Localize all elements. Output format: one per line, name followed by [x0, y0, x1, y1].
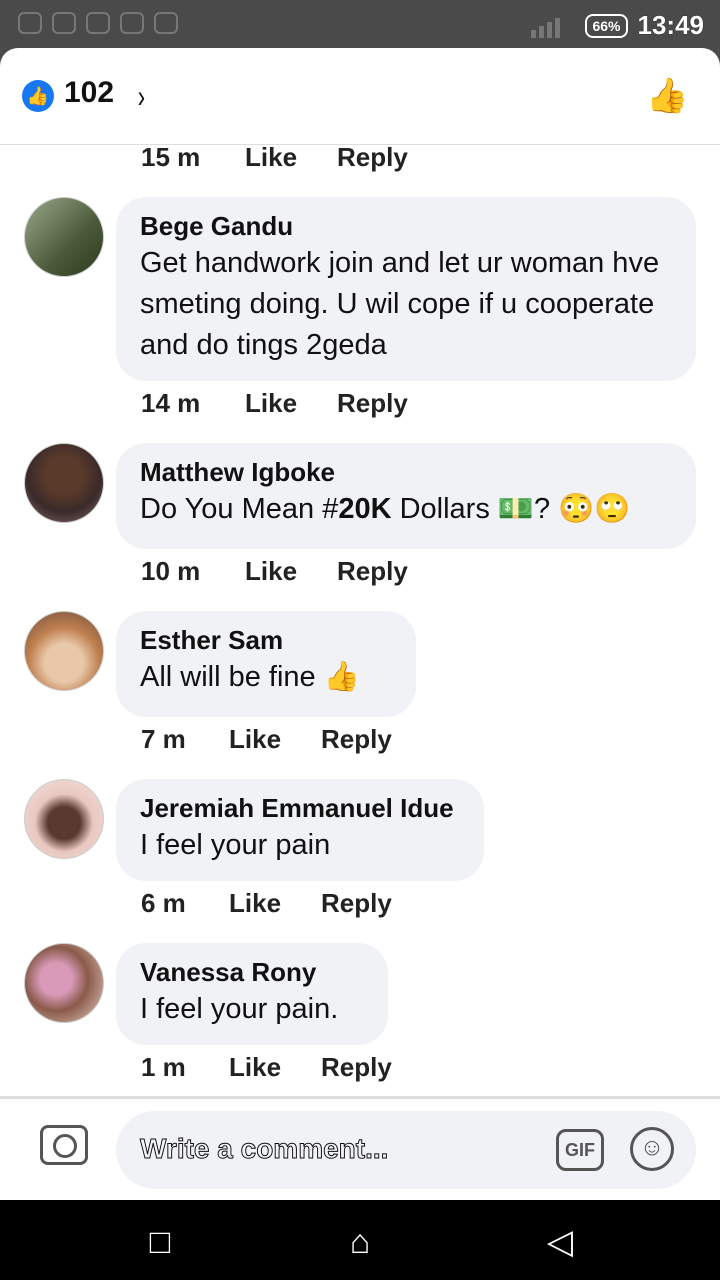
comments-sheet: 👍 102 › 👍 15 m Like Reply Bege Gandu Get…: [0, 48, 720, 1200]
comment-author[interactable]: Matthew Igboke: [140, 455, 672, 489]
chevron-right-icon[interactable]: ›: [138, 78, 145, 115]
comment-text: I feel your pain: [140, 829, 331, 861]
comment-meta: 14 m Like Reply: [141, 388, 408, 419]
comment-time: 14 m: [141, 388, 201, 418]
comment-like-button[interactable]: Like: [245, 556, 337, 587]
comment-reply-button[interactable]: Reply: [321, 888, 392, 919]
comment-like-button[interactable]: Like: [245, 142, 337, 173]
avatar[interactable]: [24, 943, 104, 1023]
notification-icons: [18, 12, 178, 34]
avatar[interactable]: [24, 779, 104, 859]
instagram-icon: [154, 12, 178, 34]
avatar[interactable]: [24, 611, 104, 691]
comment-meta: 1 m Like Reply: [141, 1052, 392, 1083]
comment-bubble: Bege Gandu Get handwork join and let ur …: [116, 197, 696, 381]
comment-bubble: Matthew Igboke Do You Mean #20K Dollars …: [116, 443, 696, 549]
comment-text: Do You Mean #20K Dollars 💵? 😳🙄: [140, 493, 631, 525]
battery-indicator: 66%: [585, 13, 628, 38]
comment-reply-button[interactable]: Reply: [337, 556, 408, 587]
comment-author[interactable]: Vanessa Rony: [140, 955, 364, 989]
comment-composer: Write a comment... GIF ☺: [0, 1096, 720, 1200]
avatar[interactable]: [24, 443, 104, 523]
comment-like-button[interactable]: Like: [245, 388, 337, 419]
reaction-count[interactable]: 102: [64, 76, 114, 110]
android-nav-bar: □ ⌂ ◁: [0, 1200, 720, 1280]
comment-reply-button[interactable]: Reply: [337, 142, 408, 173]
avatar[interactable]: [24, 197, 104, 277]
comment-author[interactable]: Esther Sam: [140, 623, 392, 657]
comment-like-button[interactable]: Like: [229, 724, 321, 755]
recents-icon[interactable]: □: [140, 1222, 180, 1262]
comment-meta: 15 m Like Reply: [141, 142, 408, 173]
camera-icon[interactable]: [40, 1125, 88, 1165]
comment-bubble: Vanessa Rony I feel your pain.: [116, 943, 388, 1045]
comment-text: Get handwork join and let ur woman hve s…: [140, 247, 660, 361]
comment-time: 15 m: [141, 142, 201, 172]
comment-text: I feel your pain.: [140, 993, 339, 1025]
reactions-header: 👍 102 › 👍: [0, 48, 720, 145]
instagram-icon: [18, 12, 42, 34]
comment-time: 1 m: [141, 1052, 186, 1082]
emoji-icon[interactable]: ☺: [630, 1127, 674, 1171]
status-bar: 66% 13:49: [0, 0, 720, 48]
warning-icon: [86, 12, 110, 34]
comment-bubble: Jeremiah Emmanuel Idue I feel your pain: [116, 779, 484, 881]
signal-icon: [531, 14, 575, 38]
comment-like-button[interactable]: Like: [229, 888, 321, 919]
like-button-icon[interactable]: 👍: [646, 76, 690, 120]
comment-reply-button[interactable]: Reply: [321, 724, 392, 755]
like-reaction-icon: 👍: [22, 80, 54, 112]
comment-meta: 10 m Like Reply: [141, 556, 408, 587]
comment-bubble: Esther Sam All will be fine 👍: [116, 611, 416, 717]
comment-like-button[interactable]: Like: [229, 1052, 321, 1083]
home-icon[interactable]: ⌂: [340, 1222, 380, 1262]
comment-author[interactable]: Jeremiah Emmanuel Idue: [140, 791, 460, 825]
comment-time: 7 m: [141, 724, 186, 754]
comment-text: All will be fine 👍: [140, 661, 360, 693]
comment-time: 6 m: [141, 888, 186, 918]
comment-author[interactable]: Bege Gandu: [140, 209, 672, 243]
back-icon[interactable]: ◁: [540, 1222, 580, 1262]
comment-meta: 7 m Like Reply: [141, 724, 392, 755]
clock: 13:49: [637, 10, 705, 40]
comment-meta: 6 m Like Reply: [141, 888, 392, 919]
comment-input[interactable]: Write a comment... GIF ☺: [116, 1111, 696, 1189]
image-icon: [120, 12, 144, 34]
twitter-icon: [52, 12, 76, 34]
comment-reply-button[interactable]: Reply: [337, 388, 408, 419]
comment-reply-button[interactable]: Reply: [321, 1052, 392, 1083]
gif-icon[interactable]: GIF: [556, 1129, 604, 1171]
comment-placeholder: Write a comment...: [139, 1133, 389, 1165]
comment-time: 10 m: [141, 556, 201, 586]
